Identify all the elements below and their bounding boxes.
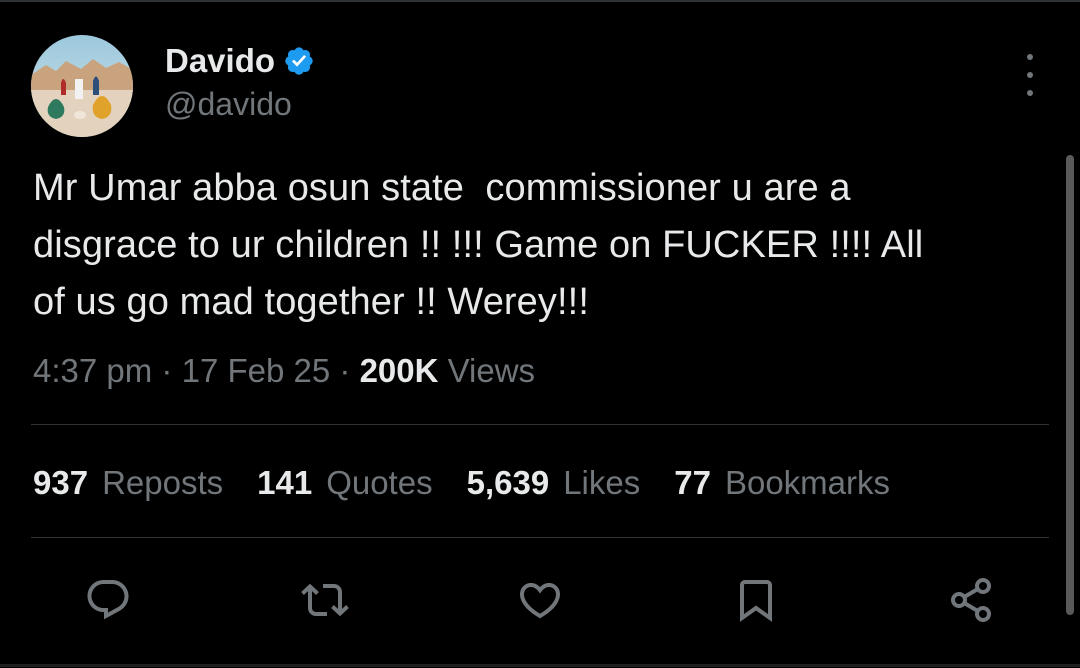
stat-quotes[interactable]: 141 Quotes xyxy=(257,462,432,504)
top-border xyxy=(0,0,1080,2)
stat-bookmarks[interactable]: 77 Bookmarks xyxy=(674,462,890,504)
share-button[interactable] xyxy=(945,574,997,626)
stat-count: 937 xyxy=(33,464,89,501)
stat-count: 5,639 xyxy=(466,464,550,501)
bottom-border xyxy=(0,664,1080,667)
stat-label: Bookmarks xyxy=(724,464,891,501)
stat-label: Reposts xyxy=(102,464,224,501)
tweet-meta: 4:37 pm · 17 Feb 25 · 200K Views xyxy=(33,350,535,392)
profile-photo xyxy=(31,35,133,137)
more-options-button[interactable] xyxy=(1012,54,1048,96)
share-icon xyxy=(951,578,991,622)
more-dot-icon xyxy=(1027,72,1033,78)
display-name[interactable]: Davido xyxy=(165,40,275,82)
like-button[interactable] xyxy=(514,574,566,626)
reply-button[interactable] xyxy=(82,574,134,626)
scrollbar[interactable] xyxy=(1066,155,1074,615)
views-label: Views xyxy=(447,352,536,389)
divider xyxy=(31,424,1049,425)
bookmark-button[interactable] xyxy=(730,574,782,626)
bookmark-icon xyxy=(740,580,772,622)
meta-separator: · xyxy=(339,352,351,389)
stat-reposts[interactable]: 937 Reposts xyxy=(33,462,223,504)
stat-count: 141 xyxy=(257,464,313,501)
action-bar xyxy=(0,574,1080,626)
meta-separator: · xyxy=(161,352,173,389)
more-dot-icon xyxy=(1027,90,1033,96)
views-count: 200K xyxy=(359,352,439,389)
repost-icon xyxy=(301,583,349,617)
author-name-row[interactable]: Davido xyxy=(165,40,315,82)
verified-badge-icon xyxy=(283,45,315,77)
reply-icon xyxy=(87,580,129,620)
engagement-stats: 937 Reposts 141 Quotes 5,639 Likes 77 Bookma… xyxy=(33,462,924,504)
author-handle[interactable]: @davido xyxy=(165,84,292,124)
stat-likes[interactable]: 5,639 Likes xyxy=(467,462,641,504)
divider xyxy=(31,537,1049,538)
stat-label: Quotes xyxy=(326,464,433,501)
avatar[interactable] xyxy=(31,35,133,137)
repost-button[interactable] xyxy=(299,574,351,626)
tweet-time[interactable]: 4:37 pm xyxy=(33,352,152,389)
stat-count: 77 xyxy=(674,464,711,501)
heart-icon xyxy=(519,583,561,619)
tweet-text: Mr Umar abba osun state commissioner u a… xyxy=(33,167,924,323)
tweet-date[interactable]: 17 Feb 25 xyxy=(182,352,331,389)
more-dot-icon xyxy=(1027,54,1033,60)
stat-label: Likes xyxy=(563,464,641,501)
